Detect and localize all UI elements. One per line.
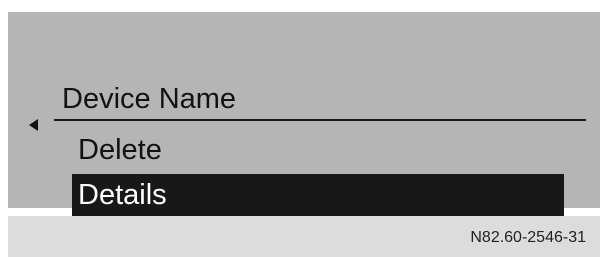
reference-code: N82.60-2546-31 — [470, 229, 586, 246]
display-screen: Device Name Delete Details — [8, 12, 600, 216]
menu-item-details[interactable]: Details — [72, 174, 564, 216]
title-divider — [54, 119, 586, 121]
menu-item-delete[interactable]: Delete — [72, 129, 564, 171]
figure-footer: N82.60-2546-31 — [8, 216, 600, 257]
screen-title: Device Name — [62, 83, 237, 115]
left-triangle-icon[interactable] — [29, 119, 38, 131]
